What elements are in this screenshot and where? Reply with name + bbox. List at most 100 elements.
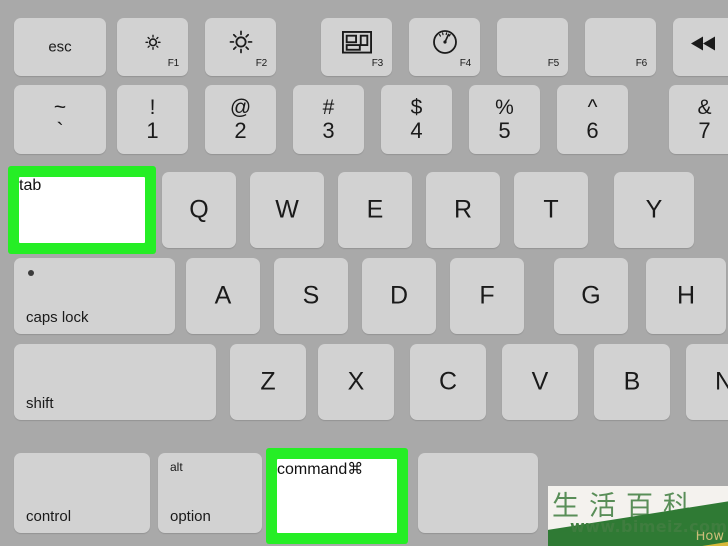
key-2[interactable]: @ 2 bbox=[205, 85, 276, 154]
key-6-bottom: 6 bbox=[586, 117, 599, 143]
key-q[interactable]: Q bbox=[162, 172, 236, 248]
key-option[interactable]: alt option bbox=[158, 453, 262, 533]
caps-lock-indicator-icon bbox=[28, 270, 34, 276]
key-w-label: W bbox=[275, 195, 299, 224]
key-s[interactable]: S bbox=[274, 258, 348, 334]
key-5-bottom: 5 bbox=[498, 117, 511, 143]
key-f6[interactable]: F6 bbox=[585, 18, 656, 76]
command-key-highlight-fill[interactable]: command⌘ bbox=[277, 459, 397, 533]
dashboard-gauge-icon bbox=[432, 29, 458, 60]
key-3-bottom: 3 bbox=[322, 117, 335, 143]
tab-key-highlight-fill[interactable]: tab bbox=[19, 177, 145, 243]
key-y-label: Y bbox=[645, 195, 663, 224]
key-5[interactable]: % 5 bbox=[469, 85, 540, 154]
key-t-label: T bbox=[543, 195, 559, 224]
key-2-bottom: 2 bbox=[234, 117, 247, 143]
key-b[interactable]: B bbox=[594, 344, 670, 420]
key-esc[interactable]: esc bbox=[14, 18, 106, 76]
key-shift[interactable]: shift bbox=[14, 344, 216, 420]
key-f[interactable]: F bbox=[450, 258, 524, 334]
key-n[interactable]: N bbox=[686, 344, 728, 420]
key-4[interactable]: $ 4 bbox=[381, 85, 452, 154]
key-f7[interactable] bbox=[673, 18, 728, 76]
key-x-label: X bbox=[347, 367, 365, 396]
key-1-top: ! bbox=[149, 95, 156, 119]
key-g[interactable]: G bbox=[554, 258, 628, 334]
key-7-bottom: 7 bbox=[698, 117, 711, 143]
key-tilde[interactable]: ~ ` bbox=[14, 85, 106, 154]
key-2-glyphs: @ 2 bbox=[205, 95, 276, 143]
key-3[interactable]: # 3 bbox=[293, 85, 364, 154]
key-6-glyphs: ^ 6 bbox=[557, 95, 628, 143]
key-space-partial[interactable] bbox=[418, 453, 538, 533]
key-y[interactable]: Y bbox=[614, 172, 694, 248]
key-f4[interactable]: F4 bbox=[409, 18, 480, 76]
key-h[interactable]: H bbox=[646, 258, 726, 334]
key-d[interactable]: D bbox=[362, 258, 436, 334]
key-1-bottom: 1 bbox=[146, 117, 159, 143]
key-t[interactable]: T bbox=[514, 172, 588, 248]
key-n-label: N bbox=[714, 367, 728, 396]
command-key-highlight[interactable]: command⌘ bbox=[266, 448, 408, 544]
key-c-label: C bbox=[438, 367, 458, 396]
key-3-glyphs: # 3 bbox=[293, 95, 364, 143]
key-b-label: B bbox=[623, 367, 641, 396]
key-tab-label: tab bbox=[19, 177, 42, 194]
key-z-label: Z bbox=[260, 367, 276, 396]
key-option-label: option bbox=[170, 508, 211, 525]
key-1[interactable]: ! 1 bbox=[117, 85, 188, 154]
mission-control-icon bbox=[341, 31, 372, 59]
key-f3[interactable]: F3 bbox=[321, 18, 392, 76]
key-r[interactable]: R bbox=[426, 172, 500, 248]
key-2-top: @ bbox=[229, 95, 252, 119]
key-tilde-glyphs: ~ ` bbox=[14, 95, 106, 143]
key-a-label: A bbox=[214, 281, 232, 310]
key-7[interactable]: & 7 bbox=[669, 85, 728, 154]
watermark-url: www.bimeiz.com bbox=[570, 517, 728, 536]
key-6-top: ^ bbox=[587, 95, 598, 119]
key-f6-fnum: F6 bbox=[635, 58, 647, 69]
key-q-label: Q bbox=[189, 195, 209, 224]
key-x[interactable]: X bbox=[318, 344, 394, 420]
key-tilde-top: ~ bbox=[53, 95, 67, 119]
brightness-down-icon bbox=[142, 31, 164, 58]
key-3-top: # bbox=[322, 95, 335, 119]
key-command-label: command bbox=[277, 461, 348, 478]
key-f-label: F bbox=[479, 281, 495, 310]
key-control-label: control bbox=[26, 508, 72, 525]
key-c[interactable]: C bbox=[410, 344, 486, 420]
key-d-label: D bbox=[389, 281, 409, 310]
key-caps-lock[interactable]: caps lock bbox=[14, 258, 175, 334]
key-e[interactable]: E bbox=[338, 172, 412, 248]
key-f3-fnum: F3 bbox=[371, 58, 383, 69]
key-f1[interactable]: F1 bbox=[117, 18, 188, 76]
key-a[interactable]: A bbox=[186, 258, 260, 334]
key-option-secondary-label: alt bbox=[170, 460, 183, 474]
key-shift-label: shift bbox=[26, 395, 54, 412]
key-7-top: & bbox=[697, 95, 712, 119]
key-tilde-bottom: ` bbox=[56, 117, 64, 143]
key-4-glyphs: $ 4 bbox=[381, 95, 452, 143]
key-f5[interactable]: F5 bbox=[497, 18, 568, 76]
key-esc-label: esc bbox=[48, 38, 72, 56]
key-f5-fnum: F5 bbox=[547, 58, 559, 69]
key-4-bottom: 4 bbox=[410, 117, 423, 143]
key-v-label: V bbox=[531, 367, 549, 396]
key-6[interactable]: ^ 6 bbox=[557, 85, 628, 154]
brightness-up-icon bbox=[227, 28, 254, 60]
key-w[interactable]: W bbox=[250, 172, 324, 248]
key-r-label: R bbox=[453, 195, 473, 224]
key-h-label: H bbox=[676, 281, 696, 310]
watermark: 生活百科 How www.bimeiz.com bbox=[548, 486, 728, 546]
tab-key-highlight[interactable]: tab bbox=[8, 166, 156, 254]
key-7-glyphs: & 7 bbox=[669, 95, 728, 143]
key-control[interactable]: control bbox=[14, 453, 150, 533]
key-e-label: E bbox=[366, 195, 384, 224]
key-f1-fnum: F1 bbox=[167, 58, 179, 69]
key-f2[interactable]: F2 bbox=[205, 18, 276, 76]
key-5-top: % bbox=[495, 95, 514, 119]
key-z[interactable]: Z bbox=[230, 344, 306, 420]
key-g-label: G bbox=[581, 281, 601, 310]
key-4-top: $ bbox=[410, 95, 423, 119]
key-v[interactable]: V bbox=[502, 344, 578, 420]
